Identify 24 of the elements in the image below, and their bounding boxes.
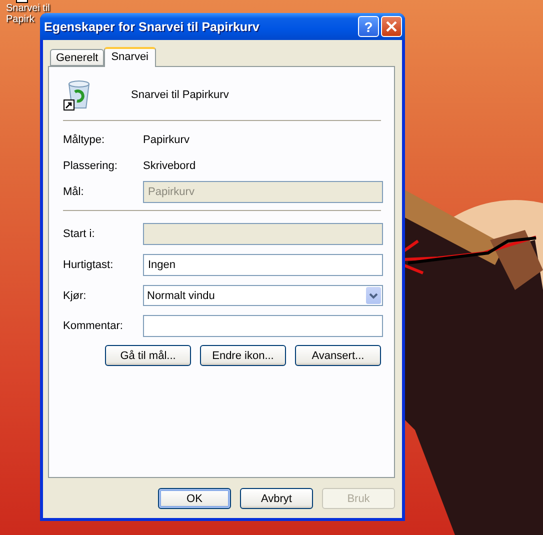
- action-button[interactable]: Endre ikon...: [200, 345, 286, 366]
- property-value: Skrivebord: [143, 160, 197, 172]
- input-field[interactable]: [143, 315, 383, 337]
- tab[interactable]: Generelt: [50, 49, 104, 66]
- input-field[interactable]: Ingen: [143, 254, 383, 276]
- property-label: Måltype:: [63, 134, 106, 146]
- tab[interactable]: Snarvei: [104, 47, 156, 67]
- field-label: Kjør:: [63, 290, 88, 302]
- close-icon[interactable]: [386, 21, 397, 32]
- field-label: Start i:: [63, 228, 96, 240]
- action-button[interactable]: Avansert...: [295, 345, 381, 366]
- help-button[interactable]: ?: [358, 16, 379, 37]
- field-label: Kommentar:: [63, 320, 124, 332]
- action-button[interactable]: Gå til mål...: [105, 345, 191, 366]
- property-label: Plassering:: [63, 160, 118, 172]
- dialog-button[interactable]: OK: [158, 488, 231, 509]
- field-label: Mål:: [63, 186, 85, 198]
- dialog-button[interactable]: Avbryt: [240, 488, 313, 509]
- property-value: Papirkurv: [143, 134, 190, 146]
- window-title: Egenskaper for Snarvei til Papirkurv: [44, 20, 260, 34]
- close-button[interactable]: [381, 16, 402, 37]
- run-dropdown[interactable]: Normalt vindu: [143, 285, 383, 306]
- shortcut-name: Snarvei til Papirkurv: [131, 89, 229, 101]
- field-label: Hurtigtast:: [63, 259, 114, 271]
